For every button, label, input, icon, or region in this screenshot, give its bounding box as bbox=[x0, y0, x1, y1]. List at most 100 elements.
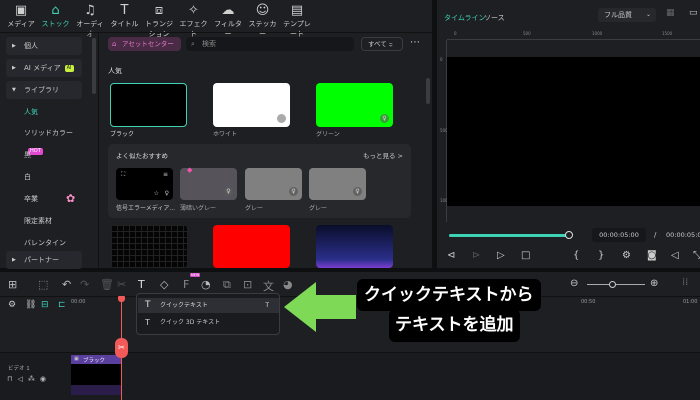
speed-icon[interactable]: ◔ bbox=[201, 278, 211, 291]
settings-grip-icon[interactable]: ⁞⁞ bbox=[682, 277, 688, 288]
download-icon[interactable]: ♀ bbox=[380, 114, 389, 123]
stop-icon[interactable]: □ bbox=[521, 250, 530, 261]
sidebar-item[interactable]: ▼ ライブラリ bbox=[6, 81, 82, 99]
stock-item-green[interactable]: ♀ bbox=[316, 83, 393, 127]
sidebar-item[interactable]: 限定素材 bbox=[6, 212, 82, 230]
download-icon[interactable]: ♀ bbox=[353, 187, 362, 196]
tab-0[interactable]: ▣ メディア bbox=[4, 3, 38, 29]
sidebar-item[interactable]: 人気 bbox=[6, 103, 82, 121]
track-label: ビデオ 1 bbox=[8, 366, 30, 372]
render-icon[interactable]: ⚙ bbox=[622, 250, 631, 261]
tab-source[interactable]: ソース bbox=[484, 13, 505, 23]
playback-progress[interactable] bbox=[449, 231, 573, 239]
see-more-link[interactable]: もっと見る > bbox=[363, 150, 403, 160]
select-icon[interactable]: ⬚ bbox=[38, 278, 48, 291]
tab-5[interactable]: ✧ エフェクト bbox=[177, 3, 211, 39]
next-frame-icon[interactable]: ⊳ bbox=[472, 250, 480, 261]
tab-7[interactable]: ☺ ステッカー bbox=[246, 3, 280, 39]
store-icon: ⌂ bbox=[112, 40, 117, 48]
sidebar-item[interactable]: ▶ 個人 bbox=[6, 37, 82, 55]
download-icon[interactable]: ♀ bbox=[289, 187, 298, 196]
tab-1[interactable]: ⌂ ストック bbox=[39, 3, 73, 29]
zoom-slider[interactable] bbox=[587, 281, 645, 288]
filter-button[interactable]: すべて ⩦ bbox=[361, 37, 403, 51]
asset-center-button[interactable]: ⌂ アセットセンター bbox=[108, 37, 181, 51]
tab-timeline[interactable]: タイムライン bbox=[444, 13, 486, 23]
similar-section: よく似たおすすめ もっと見る > ⛶ ≡ ☆ ♀ 信号エラーメディア... ◆ ♀ 薄暗… bbox=[108, 144, 411, 218]
fullscreen-icon[interactable]: ⤡ bbox=[693, 250, 700, 261]
filter-icon: ☁ bbox=[221, 3, 235, 18]
sidebar-item[interactable]: 黒 bbox=[6, 146, 82, 164]
volume-icon[interactable]: ◁ bbox=[671, 250, 679, 261]
similar-item[interactable]: ◆ ♀ bbox=[180, 166, 237, 200]
preview-panel: タイムライン ソース フル品質 ⌄ ▦ ▭ 0 500 1000 1500 0 500 10… bbox=[437, 0, 700, 268]
eye-icon[interactable]: ◉ bbox=[40, 375, 51, 383]
sidebar-item[interactable]: ▶ パートナー bbox=[6, 251, 82, 269]
lock-icon[interactable]: ⊓ bbox=[7, 375, 17, 383]
similar-item[interactable]: ⛶ ≡ ☆ ♀ bbox=[116, 168, 173, 200]
sidebar-item[interactable]: ▶ AI メディア AI bbox=[6, 59, 82, 77]
undo-icon[interactable]: ↶ bbox=[62, 278, 71, 291]
audio-icon[interactable]: ◁ bbox=[17, 375, 27, 383]
stock-item-white[interactable] bbox=[213, 83, 290, 127]
current-time: 00:00:05:00 bbox=[592, 228, 646, 242]
play-icon[interactable]: ▷ bbox=[497, 250, 505, 261]
image-icon[interactable]: ▭ bbox=[689, 8, 698, 18]
layout-icon[interactable]: ⊞ bbox=[8, 278, 17, 291]
stock-item-grid[interactable] bbox=[111, 225, 187, 268]
quick-text-item[interactable]: T クイックテキスト T bbox=[138, 298, 279, 313]
similar-item[interactable]: ♀ bbox=[309, 168, 366, 200]
sidebar-scrollbar[interactable] bbox=[92, 38, 96, 94]
shape-icon[interactable]: ◇ bbox=[160, 278, 168, 291]
grid-view-icon[interactable]: ▦ bbox=[666, 8, 675, 18]
translate-icon[interactable]: 文 bbox=[263, 278, 274, 294]
ai-icon[interactable]: ⧉ bbox=[223, 278, 231, 292]
settings-icon[interactable]: ⚙ bbox=[8, 300, 16, 310]
quality-select[interactable]: フル品質 ⌄ bbox=[598, 8, 656, 22]
download-icon[interactable] bbox=[277, 114, 286, 123]
stock-item-red[interactable] bbox=[213, 225, 290, 268]
download-icon[interactable]: ♀ bbox=[224, 187, 233, 196]
keyframe-icon[interactable]: F bbox=[183, 278, 189, 291]
mark-in-icon[interactable]: { bbox=[573, 250, 579, 261]
zoom-out-icon[interactable]: ⊖ bbox=[570, 278, 578, 289]
callout-line1: クイックテキストから bbox=[357, 279, 541, 311]
sidebar-item[interactable]: バレンタイン bbox=[6, 234, 82, 252]
search-input[interactable]: ⌕ 検索 bbox=[186, 37, 354, 51]
more-icon[interactable]: ⋯ bbox=[410, 37, 420, 48]
caret-right-icon: ▶ bbox=[12, 257, 16, 263]
stock-item-space[interactable] bbox=[316, 225, 393, 268]
tab-2[interactable]: ♫ オーディオ bbox=[73, 3, 107, 39]
zoom-in-icon[interactable]: ⊕ bbox=[650, 278, 658, 289]
sidebar-item[interactable]: 白 bbox=[6, 168, 82, 186]
stock-item-black[interactable] bbox=[110, 83, 187, 127]
redo-icon[interactable]: ↷ bbox=[80, 278, 89, 291]
preview-canvas[interactable] bbox=[447, 57, 700, 206]
tab-4[interactable]: ⧈ トランジション bbox=[142, 3, 176, 39]
cut-icon[interactable]: ✂ bbox=[117, 278, 126, 291]
magic-icon[interactable]: ⁂ bbox=[28, 375, 40, 383]
video-clip[interactable]: ブラック ▣ bbox=[71, 355, 121, 395]
delete-icon[interactable]: 🗑 bbox=[100, 278, 114, 291]
unlink-icon[interactable]: ⛓ bbox=[25, 300, 36, 310]
content-scrollbar[interactable] bbox=[426, 78, 430, 104]
tab-8[interactable]: ▤ テンプレート bbox=[280, 3, 314, 39]
crop-icon[interactable]: ⊡ bbox=[243, 278, 252, 291]
sidebar-item[interactable]: ソリッドカラーHOT bbox=[6, 124, 82, 155]
progress-handle[interactable] bbox=[565, 231, 573, 239]
star-icon[interactable]: ☆ bbox=[154, 190, 159, 197]
tab-3[interactable]: T タイトル bbox=[108, 3, 142, 29]
magnet-icon[interactable]: ⊏ bbox=[58, 300, 66, 310]
prev-frame-icon[interactable]: ⊲ bbox=[447, 250, 455, 261]
playhead-handle[interactable] bbox=[118, 296, 125, 302]
quick-3d-text-item[interactable]: T クイック 3D テキスト bbox=[138, 315, 279, 330]
similar-item[interactable]: ♀ bbox=[245, 168, 302, 200]
snapshot-icon[interactable]: ◙ bbox=[647, 250, 657, 261]
download-icon[interactable]: ♀ bbox=[165, 190, 169, 197]
sidebar-item[interactable]: 卒業 ✿ bbox=[6, 190, 82, 208]
tab-6[interactable]: ☁ フィルター bbox=[211, 3, 245, 39]
text-tool-icon[interactable]: T bbox=[138, 278, 145, 291]
mark-out-icon[interactable]: } bbox=[598, 250, 604, 261]
split-icon[interactable]: ✂ bbox=[115, 338, 128, 358]
link-icon[interactable]: ⊟ bbox=[41, 300, 49, 310]
